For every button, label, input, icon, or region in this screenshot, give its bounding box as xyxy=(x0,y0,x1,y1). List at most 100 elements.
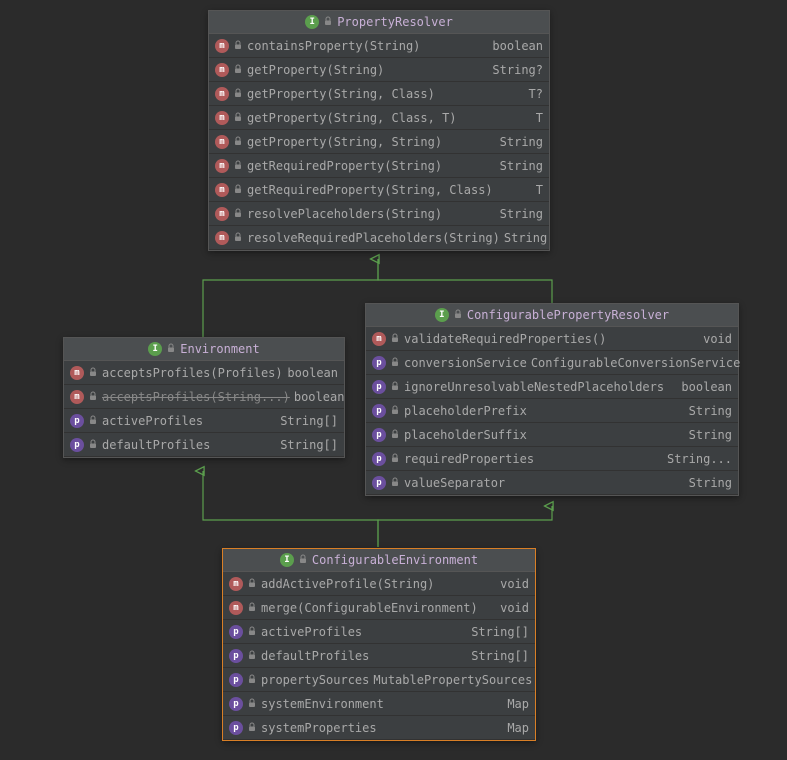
member-type: String xyxy=(504,231,547,245)
method-row[interactable]: mresolvePlaceholders(String)String xyxy=(209,202,549,226)
lock-icon xyxy=(233,87,243,101)
member-list: mvalidateRequiredProperties()voidpconver… xyxy=(366,327,738,495)
method-row[interactable]: mgetProperty(String, String)String xyxy=(209,130,549,154)
property-icon: p xyxy=(372,452,386,466)
property-row[interactable]: pactiveProfilesString[] xyxy=(223,620,535,644)
property-row[interactable]: pplaceholderSuffixString xyxy=(366,423,738,447)
property-row[interactable]: pignoreUnresolvableNestedPlaceholdersboo… xyxy=(366,375,738,399)
member-name: defaultProfiles xyxy=(102,438,276,452)
method-icon: m xyxy=(215,231,229,245)
member-name: activeProfiles xyxy=(102,414,276,428)
property-row[interactable]: pdefaultProfilesString[] xyxy=(223,644,535,668)
member-type: String xyxy=(689,476,732,490)
member-type: Map xyxy=(507,697,529,711)
interface-icon: I xyxy=(148,342,162,356)
member-type: Map xyxy=(507,721,529,735)
class-name: Environment xyxy=(180,342,259,356)
lock-icon xyxy=(390,380,400,394)
member-type: boolean xyxy=(294,390,345,404)
member-type: String[] xyxy=(280,414,338,428)
lock-icon xyxy=(323,15,333,29)
property-row[interactable]: pactiveProfilesString[] xyxy=(64,409,344,433)
method-row[interactable]: maddActiveProfile(String)void xyxy=(223,572,535,596)
member-type: T? xyxy=(529,87,543,101)
member-type: void xyxy=(500,601,529,615)
property-icon: p xyxy=(372,404,386,418)
class-environment[interactable]: I Environment m acceptsProfiles(Profiles)… xyxy=(63,337,345,458)
method-icon: m xyxy=(215,39,229,53)
member-name: acceptsProfiles(Profiles) xyxy=(102,366,283,380)
method-row[interactable]: macceptsProfiles(String...)boolean xyxy=(64,385,344,409)
member-name: resolveRequiredPlaceholders(String) xyxy=(247,231,500,245)
member-type: boolean xyxy=(287,366,338,380)
lock-icon xyxy=(233,111,243,125)
lock-icon xyxy=(247,649,257,663)
member-name: getProperty(String) xyxy=(247,63,488,77)
member-name: resolvePlaceholders(String) xyxy=(247,207,496,221)
property-row[interactable]: pplaceholderPrefixString xyxy=(366,399,738,423)
lock-icon xyxy=(453,308,463,322)
method-row[interactable]: mgetProperty(String)String? xyxy=(209,58,549,82)
member-name: activeProfiles xyxy=(261,625,467,639)
method-row[interactable]: macceptsProfiles(Profiles)boolean xyxy=(64,361,344,385)
lock-icon xyxy=(247,577,257,591)
property-icon: p xyxy=(229,673,243,687)
property-row[interactable]: prequiredPropertiesString... xyxy=(366,447,738,471)
method-icon: m xyxy=(215,111,229,125)
method-row[interactable]: m resolveRequiredPlaceholders(String) Stri… xyxy=(209,226,549,250)
member-name: valueSeparator xyxy=(404,476,685,490)
member-name: validateRequiredProperties() xyxy=(404,332,699,346)
class-header: I Environment xyxy=(64,338,344,361)
lock-icon xyxy=(233,159,243,173)
interface-icon: I xyxy=(305,15,319,29)
method-icon: m xyxy=(215,207,229,221)
member-list: macceptsProfiles(Profiles)booleanmaccept… xyxy=(64,361,344,457)
class-header: I PropertyResolver xyxy=(209,11,549,34)
member-name: getProperty(String, String) xyxy=(247,135,496,149)
method-icon: m xyxy=(70,390,84,404)
property-icon: p xyxy=(229,625,243,639)
property-row[interactable]: pvalueSeparatorString xyxy=(366,471,738,495)
interface-icon: I xyxy=(280,553,294,567)
lock-icon xyxy=(233,63,243,77)
member-name: systemEnvironment xyxy=(261,697,503,711)
property-row[interactable]: pconversionServiceConfigurableConversion… xyxy=(366,351,738,375)
property-icon: p xyxy=(229,649,243,663)
class-name: ConfigurablePropertyResolver xyxy=(467,308,669,322)
method-row[interactable]: mgetProperty(String, Class)T? xyxy=(209,82,549,106)
class-propertyresolver[interactable]: I PropertyResolver mcontainsProperty(Str… xyxy=(208,10,550,251)
lock-icon xyxy=(233,231,243,245)
member-name: merge(ConfigurableEnvironment) xyxy=(261,601,496,615)
member-name: addActiveProfile(String) xyxy=(261,577,496,591)
property-row[interactable]: pdefaultProfilesString[] xyxy=(64,433,344,457)
member-name: conversionService xyxy=(404,356,527,370)
lock-icon xyxy=(233,183,243,197)
member-type: String xyxy=(500,135,543,149)
method-row[interactable]: mgetProperty(String, Class, T)T xyxy=(209,106,549,130)
member-type: void xyxy=(500,577,529,591)
member-name: defaultProfiles xyxy=(261,649,467,663)
member-name: getRequiredProperty(String) xyxy=(247,159,496,173)
property-icon: p xyxy=(229,697,243,711)
class-configurableenvironment[interactable]: I ConfigurableEnvironment maddActiveProf… xyxy=(222,548,536,741)
property-row[interactable]: psystemPropertiesMap xyxy=(223,716,535,740)
member-type: String... xyxy=(667,452,732,466)
method-row[interactable]: mvalidateRequiredProperties()void xyxy=(366,327,738,351)
member-type: MutablePropertySources xyxy=(373,673,532,687)
member-type: ConfigurableConversionService xyxy=(531,356,741,370)
method-icon: m xyxy=(215,183,229,197)
method-icon: m xyxy=(215,159,229,173)
lock-icon xyxy=(247,697,257,711)
lock-icon xyxy=(247,721,257,735)
member-name: getProperty(String, Class, T) xyxy=(247,111,532,125)
method-row[interactable]: mcontainsProperty(String)boolean xyxy=(209,34,549,58)
method-row[interactable]: mmerge(ConfigurableEnvironment)void xyxy=(223,596,535,620)
property-icon: p xyxy=(70,438,84,452)
property-row[interactable]: p systemEnvironment Map xyxy=(223,692,535,716)
method-row[interactable]: mgetRequiredProperty(String)String xyxy=(209,154,549,178)
class-configurablepropertyresolver[interactable]: I ConfigurablePropertyResolver mvalidate… xyxy=(365,303,739,496)
lock-icon xyxy=(88,438,98,452)
method-row[interactable]: mgetRequiredProperty(String, Class)T xyxy=(209,178,549,202)
property-row[interactable]: ppropertySourcesMutablePropertySources xyxy=(223,668,535,692)
member-name: placeholderSuffix xyxy=(404,428,685,442)
